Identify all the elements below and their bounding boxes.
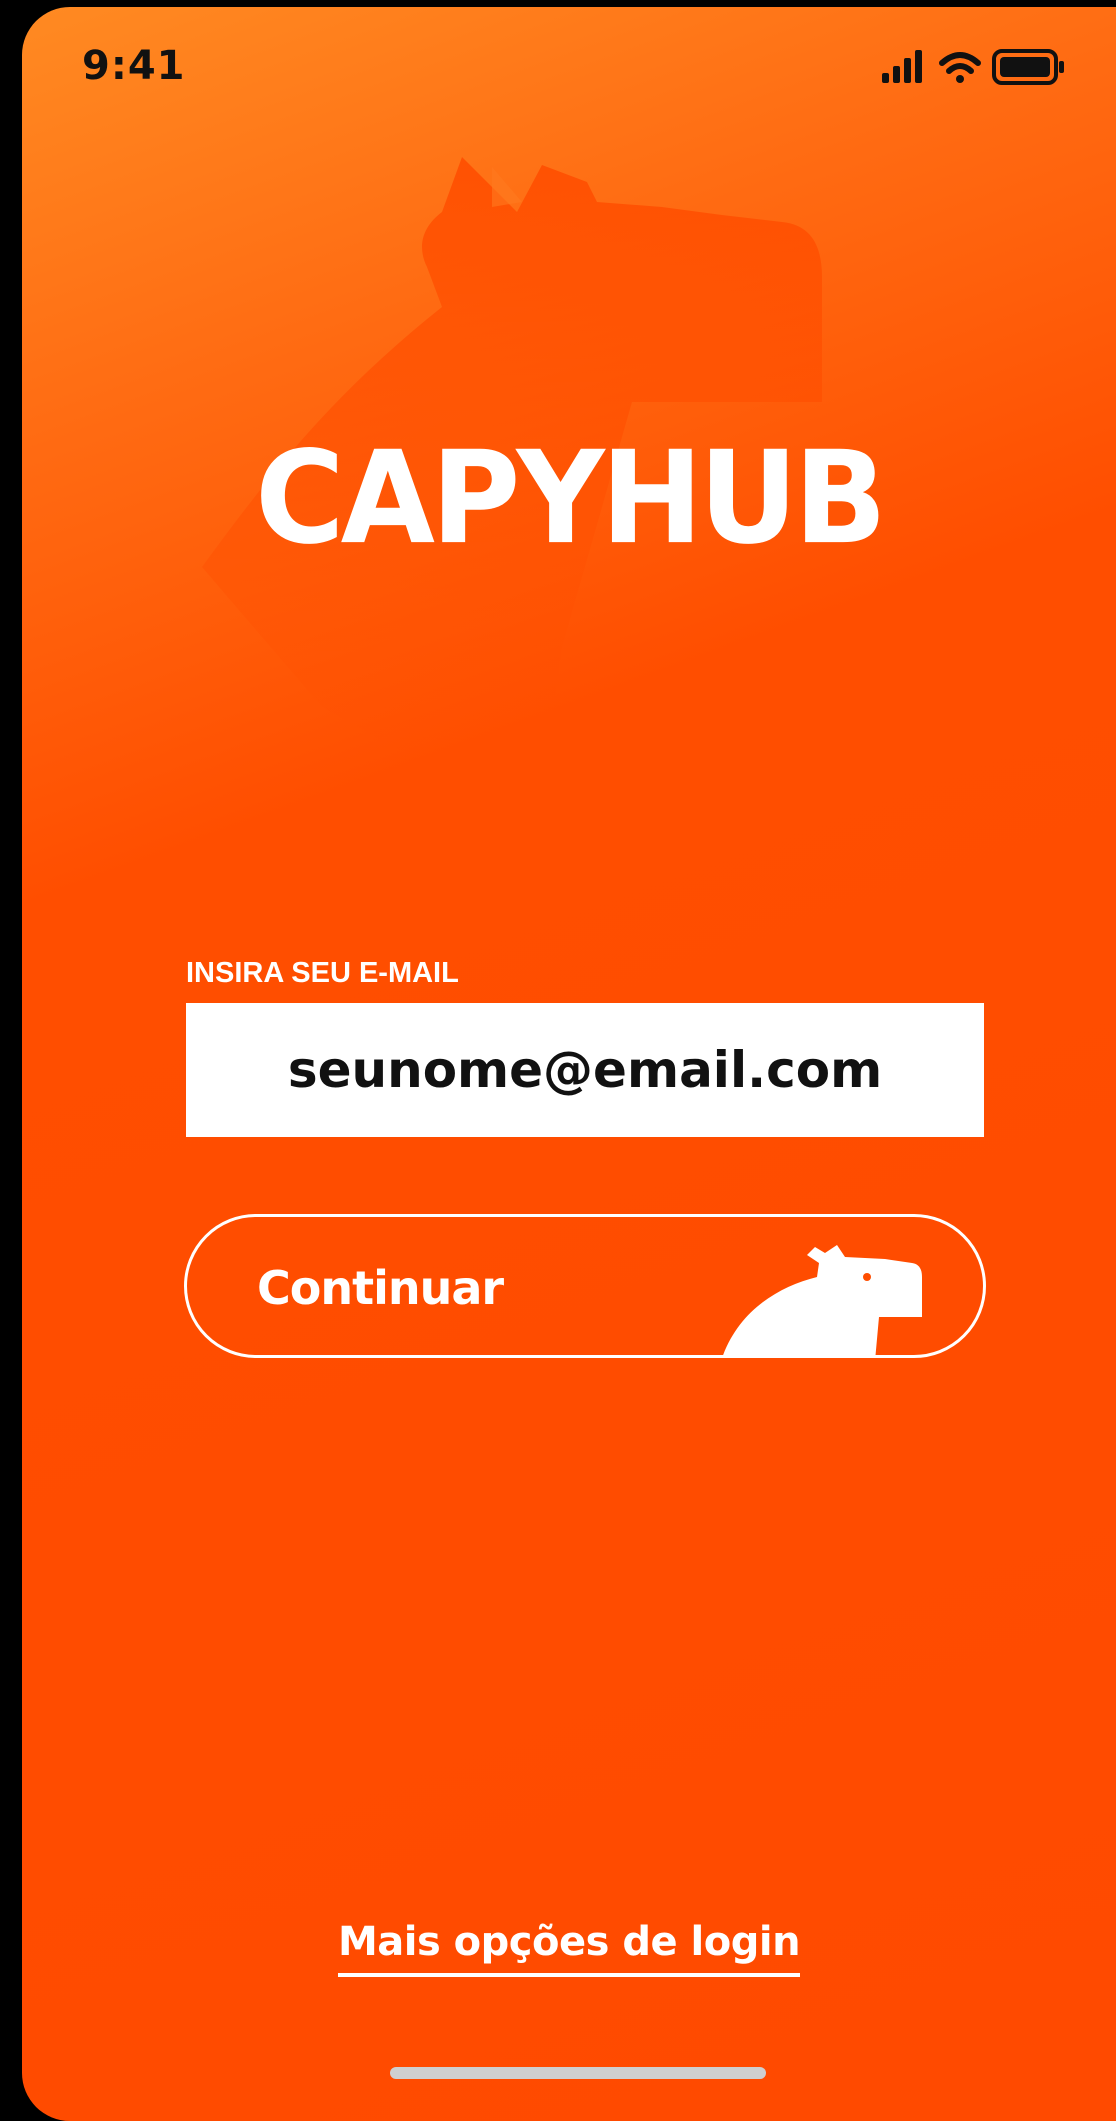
capybara-icon [723,1245,922,1355]
phone-screen: 9:41 CAPYHUB INSIRA SEU E-MAIL seunome@e… [22,7,1116,2121]
continue-button-label: Continuar [257,1261,504,1315]
home-indicator[interactable] [390,2067,766,2079]
email-input[interactable] [186,1003,984,1137]
status-time: 9:41 [82,43,186,89]
continue-button[interactable]: Continuar [184,1214,986,1358]
battery-icon [992,49,1064,85]
cellular-signal-icon [882,50,922,83]
wifi-icon [939,52,981,83]
more-login-options-link[interactable]: Mais opções de login [337,1919,801,1977]
status-icons [882,49,1064,85]
more-login-options: Mais opções de login [22,1919,1116,1977]
email-label: INSIRA SEU E-MAIL [186,957,459,989]
capyhub-logo: CAPYHUB [255,423,887,573]
